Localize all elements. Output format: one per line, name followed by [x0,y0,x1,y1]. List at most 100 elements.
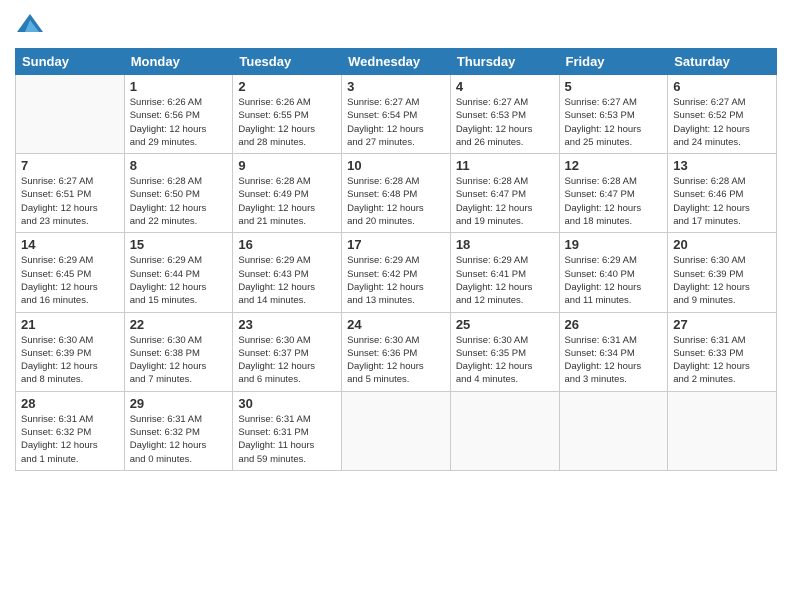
day-number: 16 [238,237,336,252]
calendar-cell: 3 Sunrise: 6:27 AM Sunset: 6:54 PM Daylig… [342,75,451,154]
header-wednesday: Wednesday [342,49,451,75]
day-info: Sunrise: 6:28 AM Sunset: 6:47 PM Dayligh… [565,175,663,228]
calendar-cell: 6 Sunrise: 6:27 AM Sunset: 6:52 PM Daylig… [668,75,777,154]
day-info: Sunrise: 6:30 AM Sunset: 6:37 PM Dayligh… [238,334,336,387]
page: SundayMondayTuesdayWednesdayThursdayFrid… [0,0,792,612]
day-number: 10 [347,158,445,173]
day-info: Sunrise: 6:27 AM Sunset: 6:52 PM Dayligh… [673,96,771,149]
calendar-cell: 30 Sunrise: 6:31 AM Sunset: 6:31 PM Dayli… [233,391,342,470]
day-number: 24 [347,317,445,332]
day-info: Sunrise: 6:29 AM Sunset: 6:42 PM Dayligh… [347,254,445,307]
day-number: 28 [21,396,119,411]
day-number: 3 [347,79,445,94]
day-number: 19 [565,237,663,252]
day-number: 8 [130,158,228,173]
calendar: SundayMondayTuesdayWednesdayThursdayFrid… [15,48,777,471]
day-info: Sunrise: 6:31 AM Sunset: 6:32 PM Dayligh… [130,413,228,466]
day-info: Sunrise: 6:30 AM Sunset: 6:39 PM Dayligh… [673,254,771,307]
day-number: 15 [130,237,228,252]
day-info: Sunrise: 6:26 AM Sunset: 6:55 PM Dayligh… [238,96,336,149]
day-number: 6 [673,79,771,94]
calendar-cell: 15 Sunrise: 6:29 AM Sunset: 6:44 PM Dayli… [124,233,233,312]
day-info: Sunrise: 6:28 AM Sunset: 6:48 PM Dayligh… [347,175,445,228]
day-number: 1 [130,79,228,94]
day-info: Sunrise: 6:31 AM Sunset: 6:31 PM Dayligh… [238,413,336,466]
day-number: 20 [673,237,771,252]
calendar-cell: 19 Sunrise: 6:29 AM Sunset: 6:40 PM Dayli… [559,233,668,312]
calendar-cell: 23 Sunrise: 6:30 AM Sunset: 6:37 PM Dayli… [233,312,342,391]
calendar-cell: 22 Sunrise: 6:30 AM Sunset: 6:38 PM Dayli… [124,312,233,391]
calendar-cell: 4Sunrise: 6:27 AM Sunset: 6:53 PM Daylig… [450,75,559,154]
header-thursday: Thursday [450,49,559,75]
day-info: Sunrise: 6:28 AM Sunset: 6:47 PM Dayligh… [456,175,554,228]
calendar-cell: 1 Sunrise: 6:26 AM Sunset: 6:56 PM Daylig… [124,75,233,154]
day-number: 21 [21,317,119,332]
day-number: 7 [21,158,119,173]
day-number: 25 [456,317,554,332]
week-row: 7 Sunrise: 6:27 AM Sunset: 6:51 PM Daylig… [16,154,777,233]
header-saturday: Saturday [668,49,777,75]
calendar-header: SundayMondayTuesdayWednesdayThursdayFrid… [16,49,777,75]
calendar-cell: 20 Sunrise: 6:30 AM Sunset: 6:39 PM Dayli… [668,233,777,312]
calendar-cell: 14 Sunrise: 6:29 AM Sunset: 6:45 PM Dayli… [16,233,125,312]
week-row: 28 Sunrise: 6:31 AM Sunset: 6:32 PM Dayli… [16,391,777,470]
calendar-cell: 11 Sunrise: 6:28 AM Sunset: 6:47 PM Dayli… [450,154,559,233]
calendar-cell: 25 Sunrise: 6:30 AM Sunset: 6:35 PM Dayli… [450,312,559,391]
calendar-cell: 17Sunrise: 6:29 AM Sunset: 6:42 PM Dayli… [342,233,451,312]
calendar-cell: 24 Sunrise: 6:30 AM Sunset: 6:36 PM Dayli… [342,312,451,391]
day-number: 2 [238,79,336,94]
calendar-cell: 21Sunrise: 6:30 AM Sunset: 6:39 PM Dayli… [16,312,125,391]
day-info: Sunrise: 6:28 AM Sunset: 6:46 PM Dayligh… [673,175,771,228]
header-monday: Monday [124,49,233,75]
day-info: Sunrise: 6:27 AM Sunset: 6:51 PM Dayligh… [21,175,119,228]
day-number: 11 [456,158,554,173]
day-info: Sunrise: 6:27 AM Sunset: 6:53 PM Dayligh… [565,96,663,149]
day-number: 22 [130,317,228,332]
calendar-cell: 10 Sunrise: 6:28 AM Sunset: 6:48 PM Dayli… [342,154,451,233]
week-row: 14 Sunrise: 6:29 AM Sunset: 6:45 PM Dayli… [16,233,777,312]
day-number: 29 [130,396,228,411]
day-info: Sunrise: 6:30 AM Sunset: 6:36 PM Dayligh… [347,334,445,387]
day-info: Sunrise: 6:29 AM Sunset: 6:45 PM Dayligh… [21,254,119,307]
day-number: 5 [565,79,663,94]
calendar-cell: 16 Sunrise: 6:29 AM Sunset: 6:43 PM Dayli… [233,233,342,312]
header-row: SundayMondayTuesdayWednesdayThursdayFrid… [16,49,777,75]
day-info: Sunrise: 6:27 AM Sunset: 6:53 PM Dayligh… [456,96,554,149]
day-number: 18 [456,237,554,252]
day-number: 30 [238,396,336,411]
day-number: 23 [238,317,336,332]
day-number: 14 [21,237,119,252]
day-number: 12 [565,158,663,173]
calendar-cell: 29 Sunrise: 6:31 AM Sunset: 6:32 PM Dayli… [124,391,233,470]
calendar-cell: 12 Sunrise: 6:28 AM Sunset: 6:47 PM Dayli… [559,154,668,233]
day-info: Sunrise: 6:29 AM Sunset: 6:43 PM Dayligh… [238,254,336,307]
day-info: Sunrise: 6:30 AM Sunset: 6:38 PM Dayligh… [130,334,228,387]
calendar-cell: 13 Sunrise: 6:28 AM Sunset: 6:46 PM Dayli… [668,154,777,233]
day-info: Sunrise: 6:31 AM Sunset: 6:33 PM Dayligh… [673,334,771,387]
day-info: Sunrise: 6:28 AM Sunset: 6:50 PM Dayligh… [130,175,228,228]
header-sunday: Sunday [16,49,125,75]
header-friday: Friday [559,49,668,75]
day-info: Sunrise: 6:28 AM Sunset: 6:49 PM Dayligh… [238,175,336,228]
calendar-cell [450,391,559,470]
calendar-cell: 18 Sunrise: 6:29 AM Sunset: 6:41 PM Dayli… [450,233,559,312]
calendar-cell: 7 Sunrise: 6:27 AM Sunset: 6:51 PM Daylig… [16,154,125,233]
calendar-cell [668,391,777,470]
calendar-cell: 2 Sunrise: 6:26 AM Sunset: 6:55 PM Daylig… [233,75,342,154]
day-number: 27 [673,317,771,332]
calendar-cell: 28 Sunrise: 6:31 AM Sunset: 6:32 PM Dayli… [16,391,125,470]
day-info: Sunrise: 6:29 AM Sunset: 6:41 PM Dayligh… [456,254,554,307]
logo [15,10,49,40]
calendar-cell [16,75,125,154]
day-info: Sunrise: 6:30 AM Sunset: 6:35 PM Dayligh… [456,334,554,387]
header [15,10,777,40]
day-info: Sunrise: 6:29 AM Sunset: 6:44 PM Dayligh… [130,254,228,307]
day-number: 13 [673,158,771,173]
day-info: Sunrise: 6:27 AM Sunset: 6:54 PM Dayligh… [347,96,445,149]
calendar-cell: 5 Sunrise: 6:27 AM Sunset: 6:53 PM Daylig… [559,75,668,154]
day-info: Sunrise: 6:29 AM Sunset: 6:40 PM Dayligh… [565,254,663,307]
calendar-cell: 8 Sunrise: 6:28 AM Sunset: 6:50 PM Daylig… [124,154,233,233]
day-info: Sunrise: 6:31 AM Sunset: 6:34 PM Dayligh… [565,334,663,387]
day-info: Sunrise: 6:26 AM Sunset: 6:56 PM Dayligh… [130,96,228,149]
day-info: Sunrise: 6:31 AM Sunset: 6:32 PM Dayligh… [21,413,119,466]
